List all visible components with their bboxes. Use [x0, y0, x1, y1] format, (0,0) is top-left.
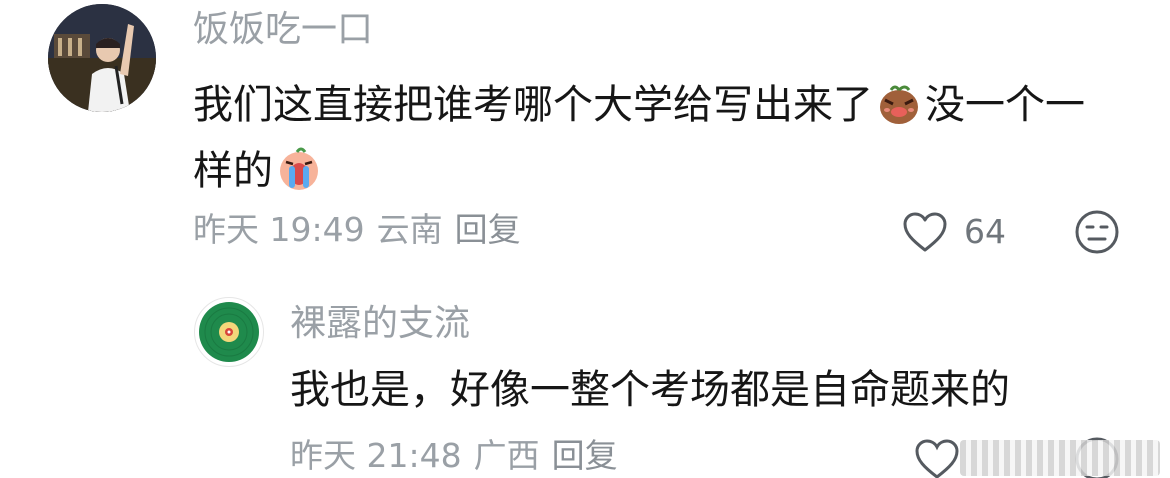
- like-count: 64: [964, 212, 1006, 251]
- crying-emoji-icon: [280, 147, 318, 190]
- comment-text-part1: 我们这直接把谁考哪个大学给写出来了: [193, 82, 873, 128]
- vinyl-record-icon: [199, 302, 259, 362]
- watermark-barcode: [960, 440, 1160, 476]
- heart-icon[interactable]: [914, 438, 960, 478]
- reply-time: 昨天 21:48: [290, 436, 462, 475]
- comment-username[interactable]: 饭饭吃一口: [193, 8, 373, 52]
- avatar[interactable]: [48, 4, 156, 112]
- reply-reply-button[interactable]: 回复: [552, 436, 618, 475]
- comment-time: 昨天 19:49: [193, 210, 365, 249]
- comment-text: 我们这直接把谁考哪个大学给写出来了 没一个一样的: [193, 72, 1113, 204]
- dislike-button[interactable]: [1074, 209, 1120, 255]
- comment-location: 云南: [376, 210, 443, 249]
- reply-meta: 昨天 21:48 广西 回复: [290, 434, 630, 478]
- reply-location: 广西: [473, 436, 540, 475]
- avatar-photo: [48, 4, 156, 112]
- reply-button[interactable]: 回复: [455, 210, 521, 249]
- pig-smirk-emoji-icon: [880, 85, 918, 124]
- like-button[interactable]: 64: [902, 210, 1006, 254]
- comment-meta: 昨天 19:49 云南 回复: [193, 208, 533, 252]
- reply-username[interactable]: 裸露的支流: [290, 302, 470, 346]
- meh-face-icon: [1075, 210, 1119, 254]
- heart-icon: [903, 212, 947, 252]
- reply-avatar[interactable]: [194, 297, 264, 367]
- reply-text: 我也是，好像一整个考场都是自命题来的: [290, 367, 1010, 413]
